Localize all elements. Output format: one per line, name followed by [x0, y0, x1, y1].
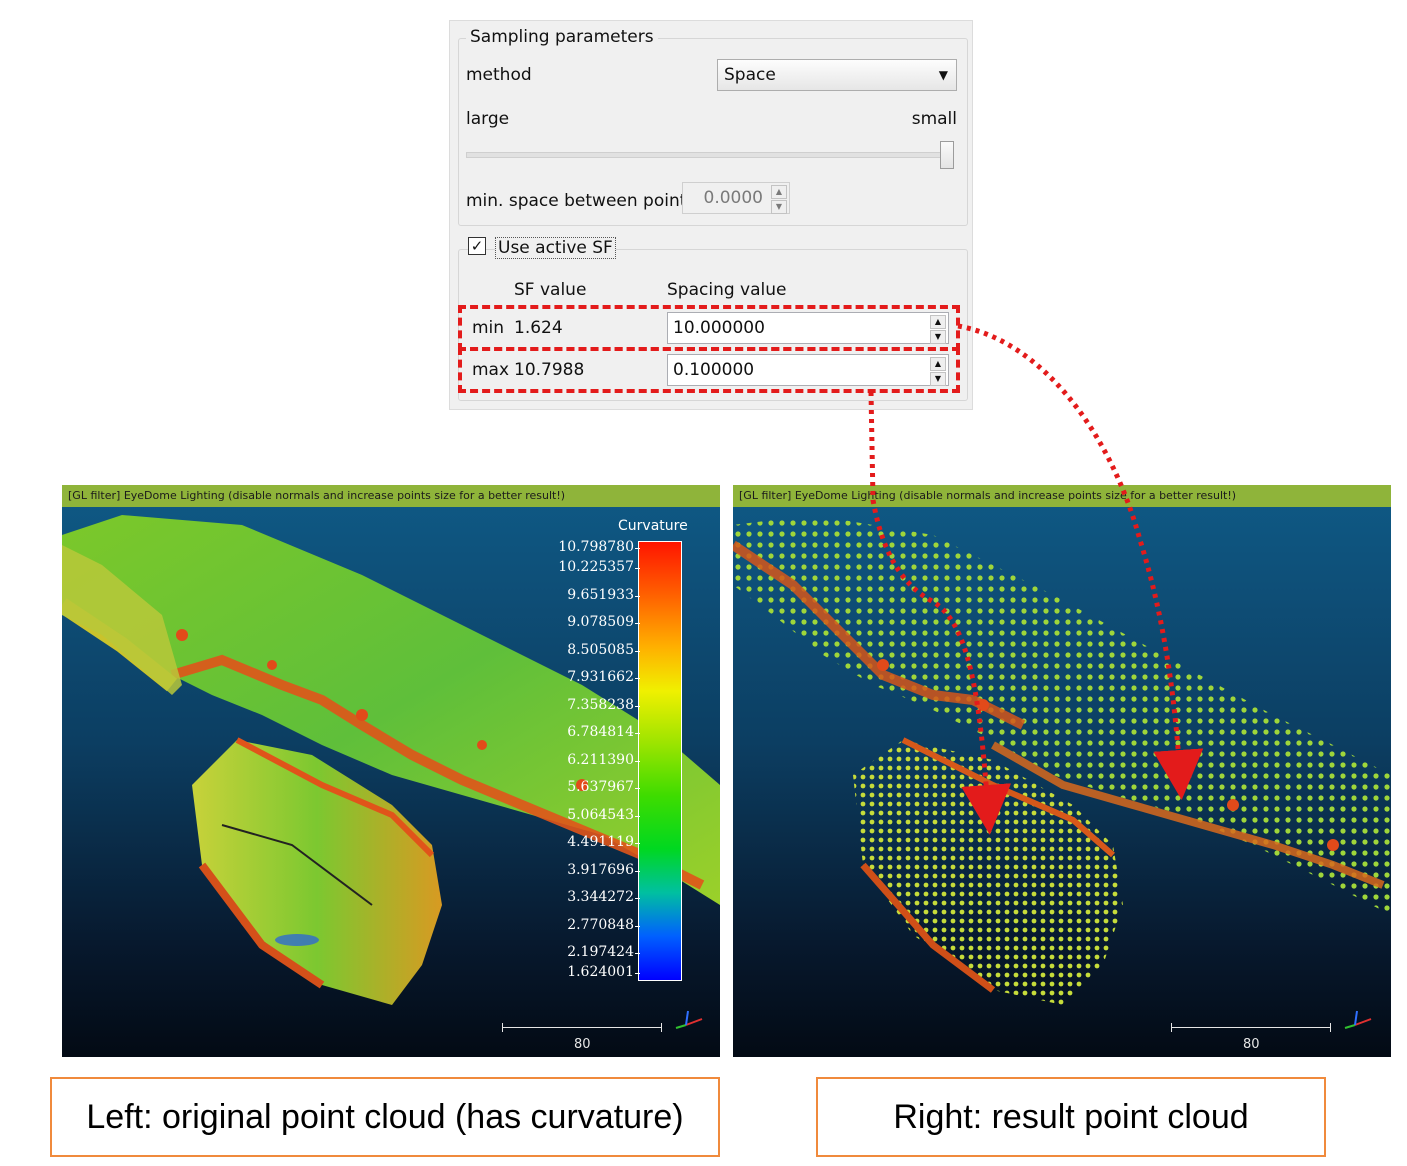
spacing-value-header: Spacing value	[667, 280, 787, 300]
colorbar-tick-label: 4.491119	[532, 834, 640, 850]
result-point-cloud-viewport[interactable]: [GL filter] EyeDome Lighting (disable no…	[733, 485, 1391, 1057]
colorbar-tick-label: 10.798780	[532, 539, 640, 555]
chevron-down-icon: ▼	[938, 68, 948, 82]
axes-icon	[1344, 1010, 1372, 1029]
use-active-sf-checkbox[interactable]: ✓	[468, 237, 486, 255]
min-space-label: min. space between points	[466, 191, 696, 211]
colorbar-tick-label: 6.211390	[532, 752, 640, 768]
method-value: Space	[724, 65, 776, 85]
right-caption: Right: result point cloud	[816, 1077, 1326, 1157]
colorbar-tick-label: 5.637967	[532, 779, 640, 795]
max-row-highlight	[458, 347, 960, 393]
sampling-dialog: Sampling parameters method Space ▼ large…	[449, 20, 973, 410]
scale-value: 80	[1243, 1037, 1260, 1052]
colorbar-tick-label: 7.931662	[532, 669, 640, 685]
colorbar-tick-label: 3.344272	[532, 889, 640, 905]
spin-up-icon[interactable]: ▲	[771, 185, 787, 199]
left-caption: Left: original point cloud (has curvatur…	[50, 1077, 720, 1157]
slider-right-label: small	[911, 109, 957, 129]
method-select[interactable]: Space ▼	[717, 59, 957, 91]
colorbar-tick-label: 10.225357	[532, 559, 640, 575]
min-row-highlight	[458, 305, 960, 351]
colorbar-tick-label: 3.917696	[532, 862, 640, 878]
density-slider-handle[interactable]	[940, 141, 954, 169]
colorbar-tick-label: 8.505085	[532, 642, 640, 658]
colorbar-tick-label: 2.770848	[532, 917, 640, 933]
colorbar-tick-label: 2.197424	[532, 944, 640, 960]
colorbar-tick-label: 5.064543	[532, 807, 640, 823]
group-title: Sampling parameters	[466, 27, 658, 47]
slider-left-label: large	[466, 109, 510, 129]
min-space-value: 0.0000	[703, 188, 763, 208]
spin-down-icon[interactable]: ▼	[771, 200, 787, 214]
colorbar-tick-label: 9.078509	[532, 614, 640, 630]
colorbar-tick-label: 7.358238	[532, 697, 640, 713]
colorbar-tick-label: 1.624001	[532, 964, 640, 980]
gl-filter-banner: [GL filter] EyeDome Lighting (disable no…	[62, 485, 720, 507]
min-space-spinbox[interactable]: 0.0000 ▲ ▼	[682, 182, 790, 214]
colorbar-tick-label: 6.784814	[532, 724, 640, 740]
scale-value: 80	[574, 1037, 591, 1052]
curvature-colorbar	[638, 541, 682, 981]
original-point-cloud-viewport[interactable]: [GL filter] EyeDome Lighting (disable no…	[62, 485, 720, 1057]
scale-bar	[1171, 1023, 1331, 1032]
result-point-cloud	[733, 515, 1391, 1005]
colorbar-title: Curvature	[618, 518, 688, 534]
scale-bar	[502, 1023, 662, 1032]
gl-filter-banner: [GL filter] EyeDome Lighting (disable no…	[733, 485, 1391, 507]
axes-icon	[675, 1010, 703, 1029]
density-slider-track[interactable]	[466, 152, 944, 158]
sf-value-header: SF value	[514, 280, 587, 300]
method-label: method	[466, 65, 532, 85]
colorbar-tick-label: 9.651933	[532, 587, 640, 603]
use-active-sf-label[interactable]: Use active SF	[495, 237, 616, 259]
